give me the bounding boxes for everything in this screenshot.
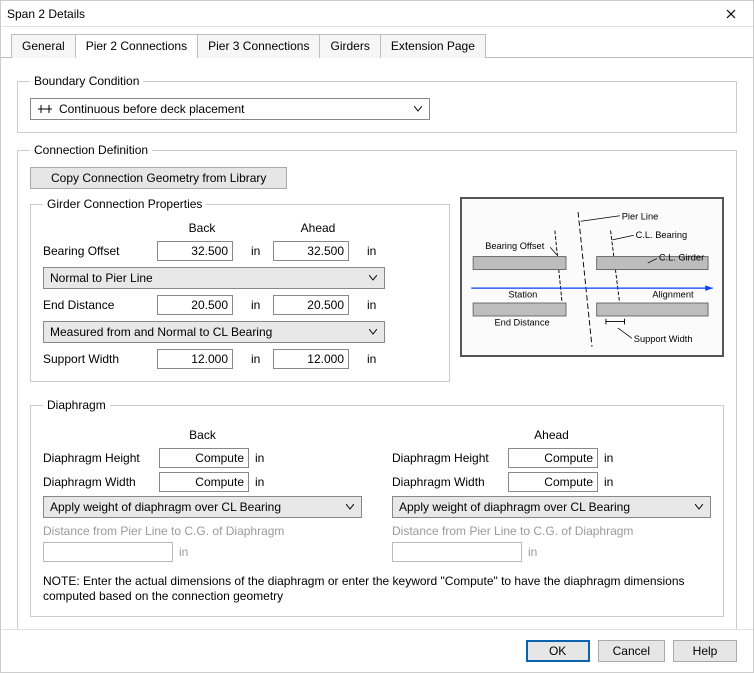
gcp-back-head: Back [157,221,247,235]
tab-extension-page[interactable]: Extension Page [380,34,486,58]
dia-weight-basis-back-select[interactable]: Apply weight of diaphragm over CL Bearin… [43,496,362,518]
chevron-down-icon [368,329,378,335]
unit-in: in [604,451,618,465]
connection-diagram: Pier Line C.L. Bearing C.L. Girder [460,197,724,357]
unit-in: in [367,352,381,366]
unit-in: in [251,244,265,258]
help-button[interactable]: Help [673,640,737,662]
diaphragm-group: Diaphragm Back Diaphragm Height in Diaph… [30,398,724,617]
tab-girders[interactable]: Girders [319,34,380,58]
gcp-legend: Girder Connection Properties [43,197,206,211]
tab-pier3-connections[interactable]: Pier 3 Connections [197,34,320,58]
diag-alignment: Alignment [652,289,694,299]
tab-general[interactable]: General [11,34,76,58]
gcp-ahead-head: Ahead [273,221,363,235]
dia-height-label-ahead: Diaphragm Height [392,451,502,465]
bearing-offset-ahead-input[interactable] [273,241,349,261]
copy-connection-button[interactable]: Copy Connection Geometry from Library [30,167,287,189]
dia-width-ahead-input[interactable] [508,472,598,492]
end-distance-ahead-input[interactable] [273,295,349,315]
diaphragm-back-head: Back [43,428,362,442]
chevron-down-icon [694,504,704,510]
connection-definition-group: Connection Definition Copy Connection Ge… [17,143,737,629]
dia-width-label-ahead: Diaphragm Width [392,475,502,489]
dia-weight-basis-ahead-select[interactable]: Apply weight of diaphragm over CL Bearin… [392,496,711,518]
close-button[interactable] [715,5,747,23]
unit-in: in [367,244,381,258]
diag-end-distance: End Distance [495,317,550,327]
end-distance-label: End Distance [43,298,151,312]
dia-dist-back-input [43,542,173,562]
boundary-condition-group: Boundary Condition Continuous before dec… [17,74,737,133]
diag-pier-line: Pier Line [622,211,659,221]
unit-in-disabled: in [179,545,193,559]
diag-bearing-offset: Bearing Offset [485,241,544,251]
bearing-offset-basis-select[interactable]: Normal to Pier Line [43,267,385,289]
unit-in: in [604,475,618,489]
tab-content: Boundary Condition Continuous before dec… [1,58,753,629]
diag-support-width: Support Width [634,334,693,344]
continuity-icon [37,103,53,115]
unit-in: in [251,352,265,366]
diag-station: Station [508,289,537,299]
dia-dist-ahead-input [392,542,522,562]
support-width-ahead-input[interactable] [273,349,349,369]
unit-in: in [255,475,269,489]
end-distance-back-input[interactable] [157,295,233,315]
support-width-label: Support Width [43,352,151,366]
unit-in: in [251,298,265,312]
dia-height-label-back: Diaphragm Height [43,451,153,465]
chevron-down-icon [413,106,423,112]
diaphragm-note: NOTE: Enter the actual dimensions of the… [43,574,711,604]
boundary-condition-legend: Boundary Condition [30,74,143,88]
tab-pier2-connections[interactable]: Pier 2 Connections [75,34,198,58]
window-title: Span 2 Details [7,7,85,21]
dialog-window: Span 2 Details General Pier 2 Connection… [0,0,754,673]
dialog-footer: OK Cancel Help [1,629,753,672]
dia-weight-basis-ahead-value: Apply weight of diaphragm over CL Bearin… [399,500,630,514]
chevron-down-icon [345,504,355,510]
tab-bar: General Pier 2 Connections Pier 3 Connec… [1,27,753,58]
ok-button[interactable]: OK [526,640,590,662]
title-bar: Span 2 Details [1,1,753,27]
unit-in: in [367,298,381,312]
dia-width-back-input[interactable] [159,472,249,492]
boundary-condition-value: Continuous before deck placement [59,102,407,116]
bearing-offset-label: Bearing Offset [43,244,151,258]
chevron-down-icon [368,275,378,281]
dia-dist-label-ahead: Distance from Pier Line to C.G. of Diaph… [392,524,711,538]
diag-cl-girder: C.L. Girder [659,252,704,262]
unit-in-disabled: in [528,545,542,559]
bearing-offset-basis-value: Normal to Pier Line [50,271,153,285]
bearing-offset-back-input[interactable] [157,241,233,261]
close-icon [726,9,736,19]
support-width-back-input[interactable] [157,349,233,369]
diaphragm-ahead-head: Ahead [392,428,711,442]
dia-width-label-back: Diaphragm Width [43,475,153,489]
boundary-condition-select[interactable]: Continuous before deck placement [30,98,430,120]
connection-definition-legend: Connection Definition [30,143,152,157]
end-distance-basis-select[interactable]: Measured from and Normal to CL Bearing [43,321,385,343]
dia-height-ahead-input[interactable] [508,448,598,468]
dia-dist-label-back: Distance from Pier Line to C.G. of Diaph… [43,524,362,538]
unit-in: in [255,451,269,465]
dia-weight-basis-back-value: Apply weight of diaphragm over CL Bearin… [50,500,281,514]
cancel-button[interactable]: Cancel [598,640,665,662]
diaphragm-legend: Diaphragm [43,398,110,412]
diag-cl-bearing: C.L. Bearing [636,230,688,240]
girder-connection-properties-group: Girder Connection Properties Back Ahead … [30,197,450,382]
dia-height-back-input[interactable] [159,448,249,468]
end-distance-basis-value: Measured from and Normal to CL Bearing [50,325,272,339]
